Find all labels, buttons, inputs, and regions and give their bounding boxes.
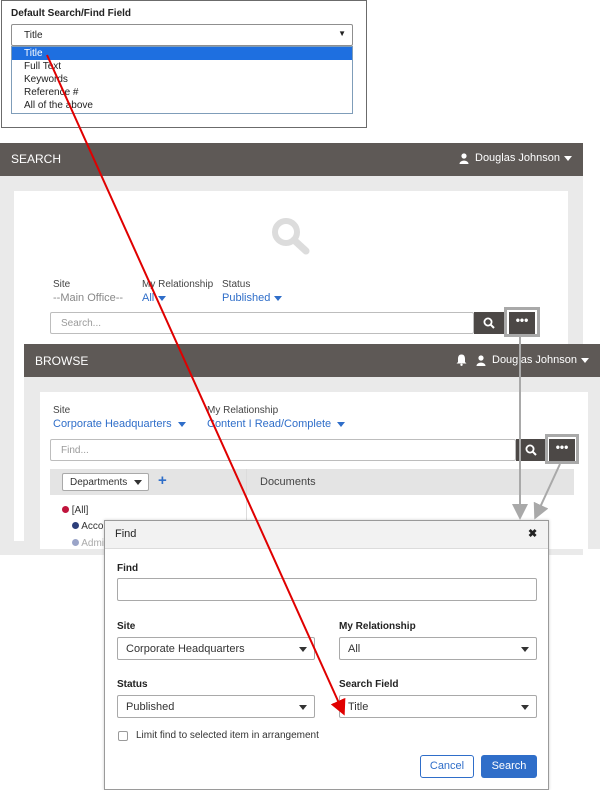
annotation-arrows (46, 54, 561, 716)
red-arrow-icon (46, 54, 346, 716)
grey-arrow-icon (533, 463, 561, 520)
